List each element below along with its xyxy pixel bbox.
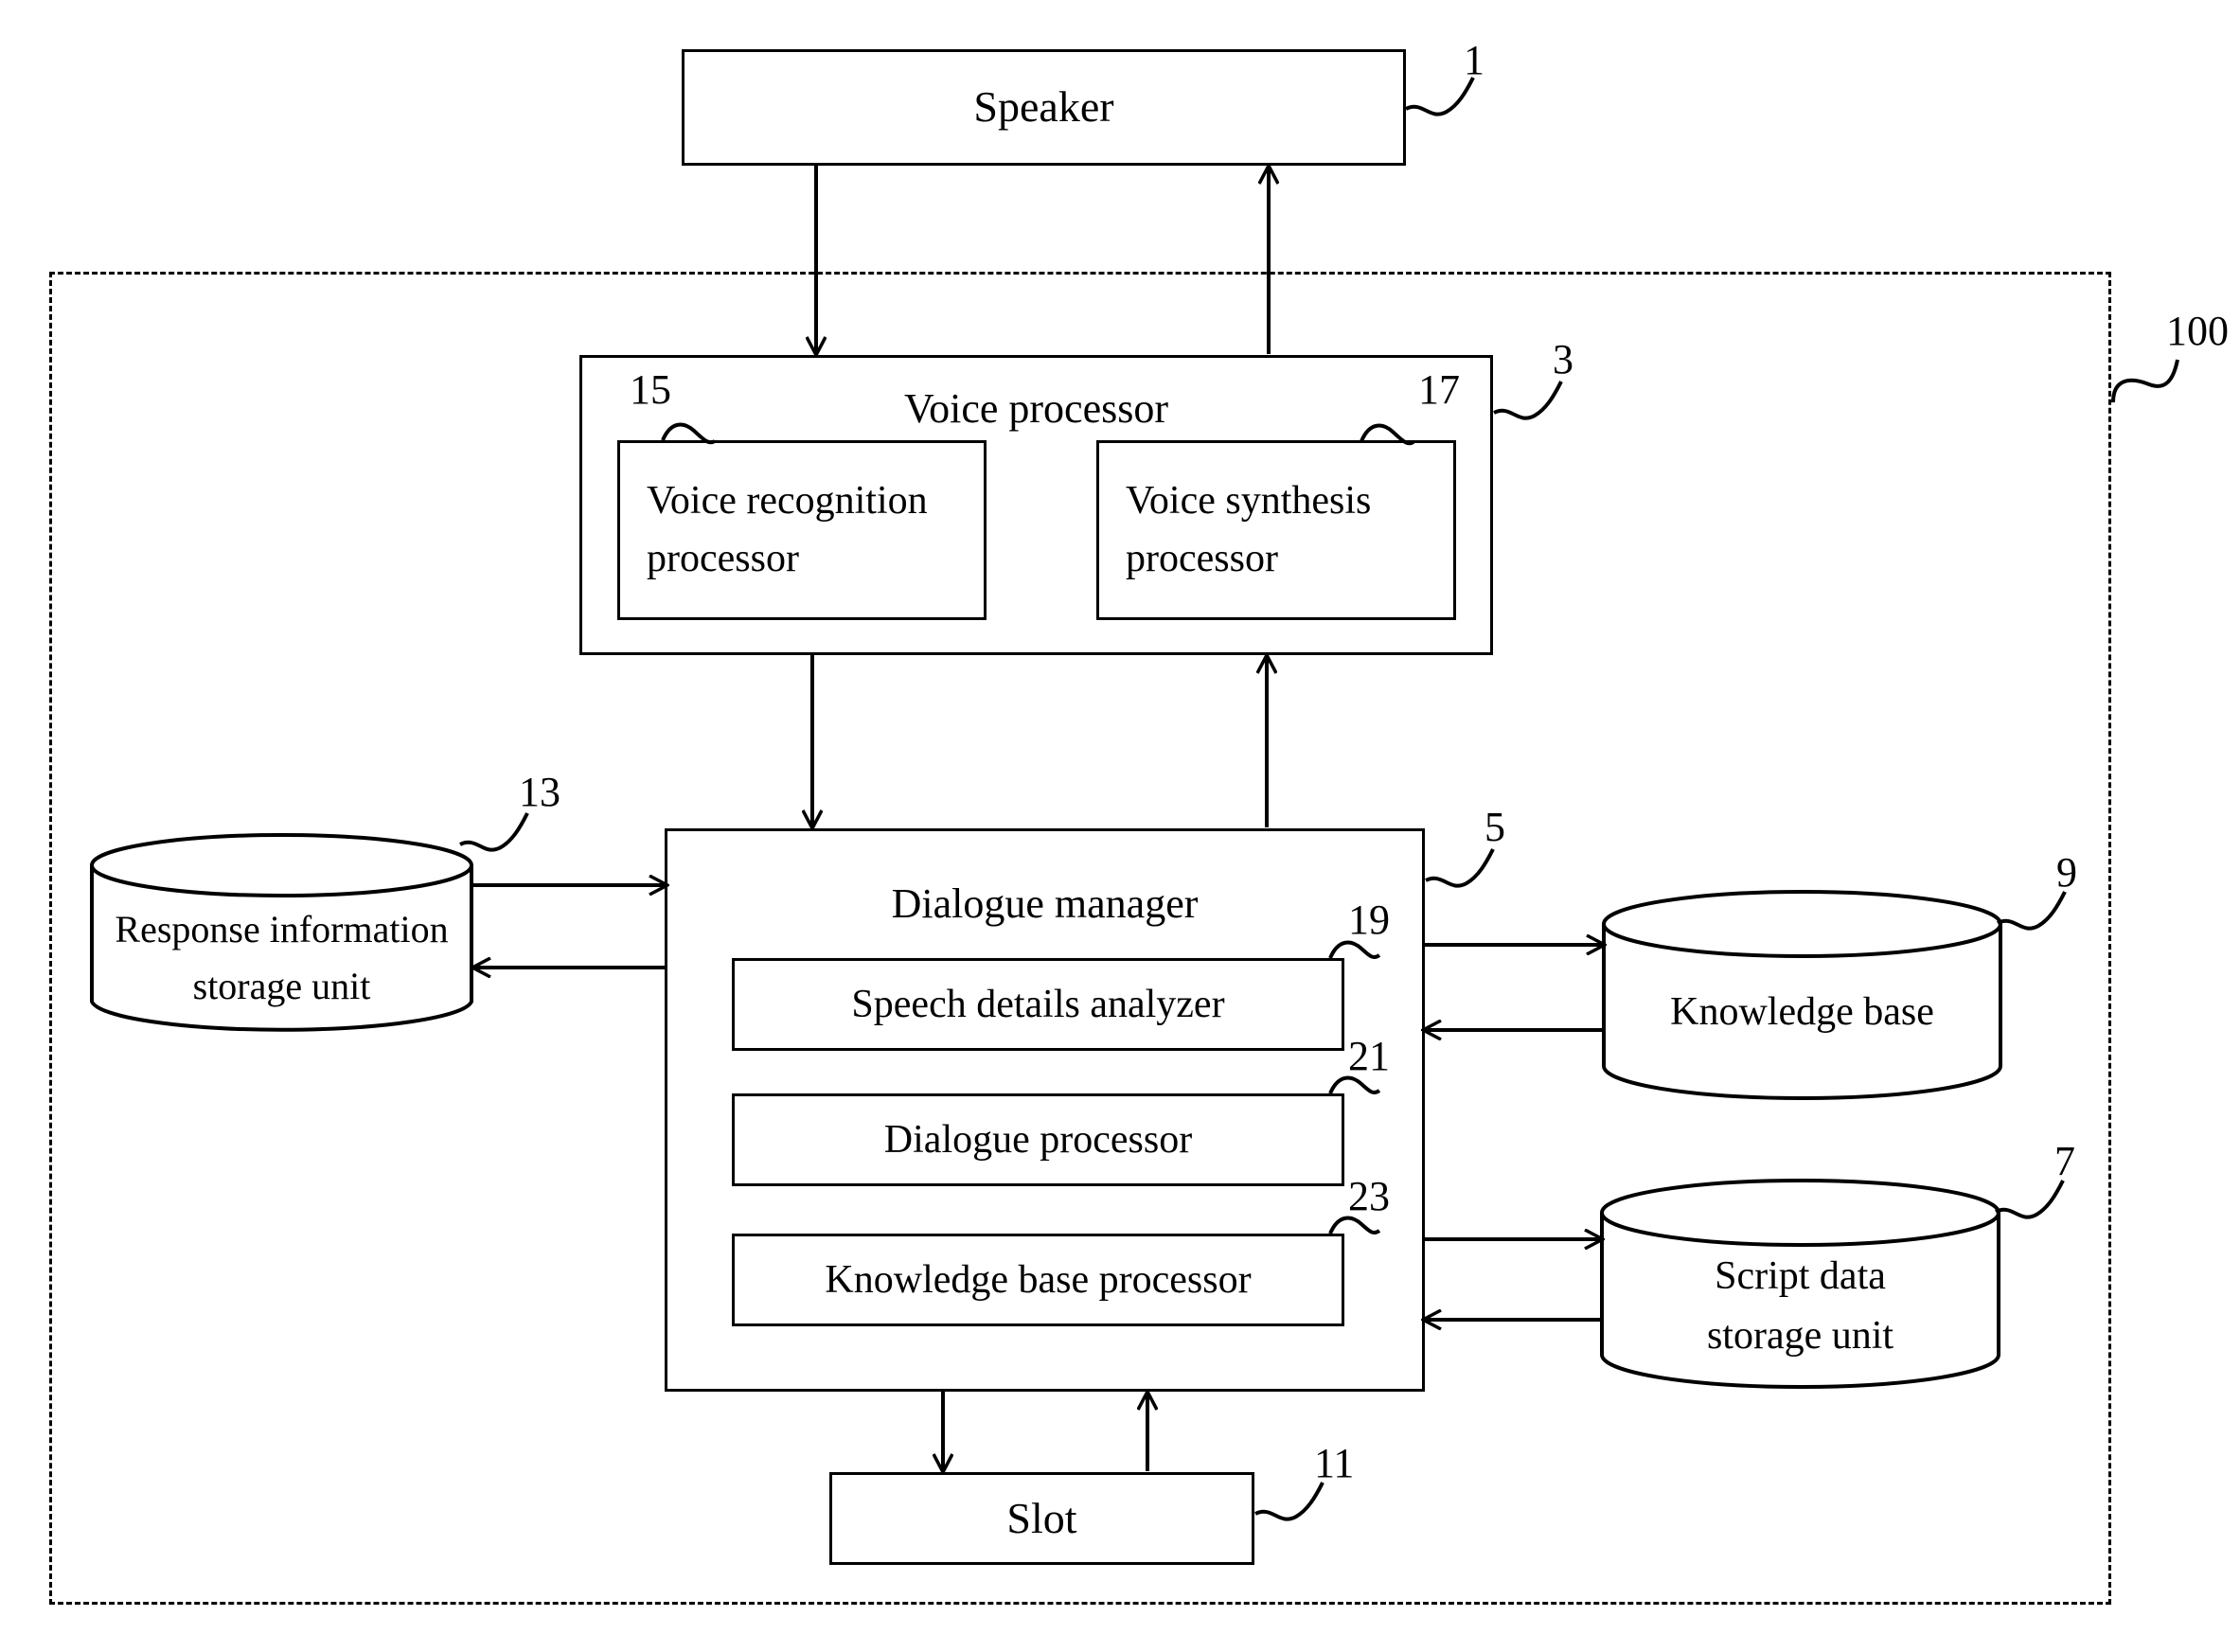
node-knowledge-base-processor[interactable]: Knowledge base processor <box>732 1234 1344 1326</box>
node-voice-recognition-processor[interactable]: Voice recognition processor <box>617 440 987 620</box>
node-voice-recognition-processor-label: Voice recognition processor <box>647 479 928 580</box>
ref-number-dialogue-manager: 5 <box>1484 804 1505 850</box>
ref-number-knowledge-base: 9 <box>2056 849 2077 896</box>
ref-number-response-information-storage-unit: 13 <box>519 769 560 815</box>
ref-number-script-data-storage-unit: 7 <box>2054 1138 2075 1184</box>
node-speaker-label: Speaker <box>973 82 1114 132</box>
patent-figure-canvas: Speaker Voice processor Voice recognitio… <box>0 0 2240 1652</box>
node-voice-processor-label: Voice processor <box>904 385 1168 432</box>
node-speech-details-analyzer-label: Speech details analyzer <box>851 982 1225 1026</box>
ref-number-voice-recognition-processor: 15 <box>630 366 671 413</box>
node-slot[interactable]: Slot <box>829 1472 1254 1565</box>
node-slot-label: Slot <box>1006 1493 1077 1542</box>
ref-number-speaker: 1 <box>1464 37 1484 83</box>
ref-number-speech-details-analyzer: 19 <box>1348 897 1390 943</box>
node-response-information-storage-unit[interactable]: Response information storage unit <box>90 833 473 1034</box>
node-knowledge-base-label: Knowledge base <box>1670 990 1934 1034</box>
node-dialogue-processor-label: Dialogue processor <box>883 1117 1193 1162</box>
leader-ref-100 <box>2111 359 2179 403</box>
node-script-data-storage-unit-label: Script data storage unit <box>1706 1254 1894 1358</box>
ref-number-dialogue-processor: 21 <box>1348 1033 1390 1079</box>
node-speaker[interactable]: Speaker <box>682 49 1406 166</box>
node-script-data-storage-unit[interactable]: Script data storage unit <box>1600 1179 2000 1389</box>
node-dialogue-manager-label: Dialogue manager <box>891 880 1199 927</box>
node-voice-synthesis-processor-label: Voice synthesis processor <box>1126 479 1372 580</box>
ref-number-slot: 11 <box>1314 1440 1355 1486</box>
ref-number-knowledge-base-processor: 23 <box>1348 1173 1390 1219</box>
node-response-information-storage-unit-label: Response information storage unit <box>115 908 449 1007</box>
node-knowledge-base-processor-label: Knowledge base processor <box>825 1257 1252 1302</box>
ref-number-voice-synthesis-processor: 17 <box>1418 366 1460 413</box>
node-speech-details-analyzer[interactable]: Speech details analyzer <box>732 958 1344 1051</box>
node-knowledge-base[interactable]: Knowledge base <box>1602 890 2002 1100</box>
node-dialogue-processor[interactable]: Dialogue processor <box>732 1093 1344 1186</box>
ref-number-system-boundary: 100 <box>2166 308 2229 354</box>
node-voice-synthesis-processor[interactable]: Voice synthesis processor <box>1096 440 1456 620</box>
ref-number-voice-processor: 3 <box>1553 336 1573 382</box>
